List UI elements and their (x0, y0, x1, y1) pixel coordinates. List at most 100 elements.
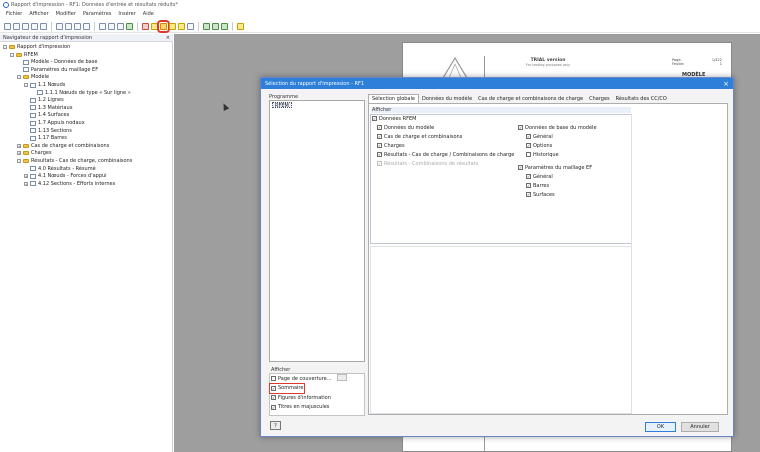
menu-afficher[interactable]: Afficher (29, 11, 48, 17)
checkbox-mesh-settings[interactable]: ✓ Paramètres du maillage EF (518, 164, 592, 171)
menu-fichier[interactable]: Fichier (6, 11, 22, 17)
checkbox-left-4[interactable]: ✓ Résultats - Combinaisons de résultats (377, 160, 478, 167)
checkbox-show-2[interactable]: ✓ Figures d'information (271, 394, 331, 401)
tab-2[interactable]: Cas de charge et combinaisons de charge (475, 94, 586, 103)
save-icon[interactable] (22, 22, 29, 30)
collapse-icon[interactable]: - (17, 75, 21, 80)
tree-item[interactable]: 1.1.1 Nœuds de type « Sur ligne » (31, 90, 131, 96)
next-page-icon[interactable] (74, 22, 81, 30)
checkbox-show-0[interactable]: Page de couverture... (271, 375, 332, 382)
checkbox-mesh-1[interactable]: ✓ Barres (526, 182, 549, 189)
checkbox-icon[interactable]: ✓ (377, 161, 382, 166)
checkbox-left-1[interactable]: ✓ Cas de charge et combinaisons (377, 133, 462, 140)
checkbox-icon[interactable]: ✓ (377, 134, 382, 139)
prev-page-icon[interactable] (65, 22, 72, 30)
checkbox-icon[interactable]: ✓ (271, 404, 276, 410)
collapse-icon[interactable]: - (10, 52, 14, 57)
tree-item[interactable]: 1.17 Barres (24, 135, 67, 141)
print-icon[interactable] (99, 22, 106, 30)
cancel-button[interactable]: Annuler (681, 422, 719, 432)
zoom-in-icon[interactable] (108, 22, 115, 30)
expand-icon[interactable]: + (24, 174, 28, 179)
export-rtf-icon[interactable] (221, 22, 228, 30)
insert-text-icon[interactable] (151, 22, 158, 30)
insert-graphic-icon[interactable] (142, 22, 149, 30)
checkbox-icon[interactable]: ✓ (372, 116, 377, 121)
collapse-icon[interactable]: - (3, 45, 7, 49)
menu-modifier[interactable]: Modifier (56, 11, 76, 17)
checkbox-show-3[interactable]: ✓ Titres en majuscules (271, 404, 329, 411)
tree-item[interactable]: +4.12 Sections - Efforts internes (24, 181, 115, 187)
checkbox-show-1[interactable]: ✓ Sommaire (268, 382, 306, 394)
open-icon[interactable] (13, 22, 20, 30)
tree-item[interactable]: - Modèle (17, 74, 49, 80)
print-setup-icon[interactable] (40, 22, 47, 30)
navigator-close-icon[interactable]: × (166, 35, 170, 41)
zoom-out-icon[interactable] (117, 22, 124, 30)
tab-3[interactable]: Charges (586, 94, 613, 103)
cover-page-icon[interactable] (169, 22, 176, 30)
tree-item[interactable]: 1.3 Matériaux (24, 105, 73, 111)
tab-1[interactable]: Données du modèle (419, 94, 475, 103)
checkbox-rfem-data[interactable]: ✓ Données RFEM (372, 115, 416, 122)
tree-item[interactable]: 4.0 Résultats - Résumé (24, 166, 96, 172)
tree-item[interactable]: Modèle - Données de base (17, 59, 97, 65)
tree-item[interactable]: - RFEM (10, 52, 38, 58)
last-page-icon[interactable] (83, 22, 90, 30)
tree-item[interactable]: - Résultats - Cas de charge, combinaisons (17, 158, 132, 164)
save-as-icon[interactable] (31, 22, 38, 30)
checkbox-icon[interactable]: ✓ (377, 125, 382, 130)
new-icon[interactable] (4, 22, 11, 30)
checkbox-icon[interactable]: ✓ (518, 125, 523, 130)
checkbox-icon[interactable]: ✓ (518, 165, 523, 170)
ok-button[interactable]: OK (645, 422, 676, 432)
menu-parametres[interactable]: Paramètres (83, 11, 112, 17)
page-layout-icon[interactable] (187, 22, 194, 30)
program-list[interactable]: RFEM (269, 100, 365, 362)
first-page-icon[interactable] (56, 22, 63, 30)
menu-inserer[interactable]: Insérer (118, 11, 135, 17)
tree-item[interactable]: + Cas de charge et combinaisons (17, 143, 109, 149)
checkbox-icon[interactable]: ✓ (526, 134, 531, 139)
expand-icon[interactable]: + (24, 181, 28, 186)
checkbox-icon[interactable] (526, 152, 531, 157)
checkbox-icon[interactable] (271, 376, 276, 381)
tree-item[interactable]: Paramètres du maillage EF (17, 67, 98, 73)
checkbox-base-2[interactable]: Historique (526, 151, 559, 158)
settings-icon[interactable] (126, 22, 133, 30)
checkbox-icon[interactable]: ✓ (271, 395, 276, 400)
checkbox-icon[interactable]: ✓ (271, 385, 276, 391)
checkbox-icon[interactable]: ✓ (526, 143, 531, 148)
options-icon[interactable] (237, 22, 244, 30)
checkbox-left-0[interactable]: ✓ Données du modèle (377, 124, 434, 131)
tree-item[interactable]: 1.4 Surfaces (24, 112, 69, 118)
checkbox-left-3[interactable]: ✓ Résultats - Cas de charge / Combinaison… (377, 151, 514, 158)
tree-item[interactable]: + Charges (17, 150, 52, 156)
tree-item[interactable]: - 1.1 Nœuds (24, 82, 65, 88)
collapse-icon[interactable]: - (17, 159, 21, 163)
dialog-close-icon[interactable]: × (719, 78, 733, 89)
checkbox-icon[interactable]: ✓ (526, 192, 531, 197)
tab-0[interactable]: Sélection globale (368, 94, 419, 103)
tree-item[interactable]: 1.2 Lignes (24, 97, 64, 103)
checkbox-mesh-0[interactable]: ✓ Général (526, 173, 553, 180)
expand-icon[interactable]: + (17, 151, 21, 156)
export-icon[interactable] (203, 22, 210, 30)
tree-item[interactable]: - Rapport d'impression (3, 44, 70, 50)
header-icon[interactable] (178, 22, 185, 30)
checkbox-icon[interactable]: ✓ (377, 143, 382, 148)
checkbox-icon[interactable]: ✓ (377, 152, 382, 157)
checkbox-mesh-2[interactable]: ✓ Surfaces (526, 191, 555, 198)
checkbox-base-1[interactable]: ✓ Options (526, 142, 552, 149)
menu-aide[interactable]: Aide (143, 11, 154, 17)
tree-item[interactable]: 1.7 Appuis nodaux (24, 120, 85, 126)
program-item-rfem[interactable]: RFEM (272, 102, 292, 109)
collapse-icon[interactable]: - (24, 83, 28, 87)
checkbox-base-data[interactable]: ✓ Données de base du modèle (518, 124, 597, 131)
checkbox-base-0[interactable]: ✓ Général (526, 133, 553, 140)
cover-page-settings-button[interactable] (337, 374, 347, 381)
help-button[interactable]: ? (270, 421, 281, 430)
tree-item[interactable]: +4.1 Nœuds - Forces d'appui (24, 173, 107, 179)
tree-item[interactable]: 1.13 Sections (24, 128, 72, 134)
export-pdf-icon[interactable] (212, 22, 219, 30)
